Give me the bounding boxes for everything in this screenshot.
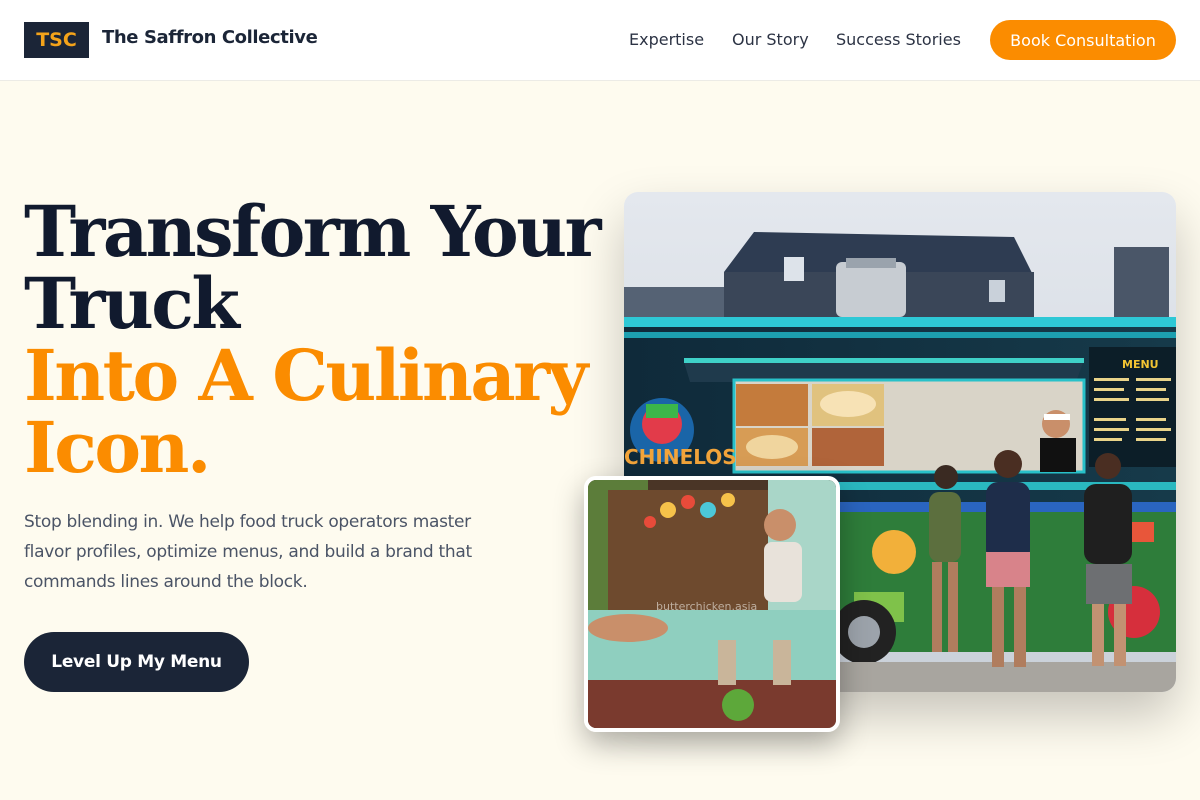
logo-mark[interactable]: TSC — [24, 22, 89, 58]
headline-line-1: Transform Your — [24, 190, 602, 273]
inset-watermark: butterchicken.asia — [656, 600, 757, 613]
site-header: TSC The Saffron Collective Expertise Our… — [0, 0, 1200, 81]
truck-sign-text: CHINELOS — [624, 445, 737, 469]
logo-name[interactable]: The Saffron Collective — [102, 27, 318, 48]
headline-line-2: Truck — [24, 262, 240, 345]
book-consultation-button[interactable]: Book Consultation — [990, 20, 1176, 60]
hero-subtext: Stop blending in. We help food truck ope… — [24, 512, 472, 592]
headline-line-4: Icon. — [24, 406, 211, 489]
kitchen-bar-photo: butterchicken.asia — [584, 476, 840, 732]
hero-headline: Transform Your Truck Into A Culinary Ico… — [24, 196, 604, 484]
truck-menu-heading: MENU — [1122, 358, 1159, 371]
nav-link-expertise[interactable]: Expertise — [629, 30, 704, 49]
headline-line-3: Into A Culinary — [24, 334, 588, 417]
nav-link-success-stories[interactable]: Success Stories — [836, 30, 961, 49]
nav-link-our-story[interactable]: Our Story — [732, 30, 809, 49]
level-up-menu-button[interactable]: Level Up My Menu — [24, 632, 249, 692]
